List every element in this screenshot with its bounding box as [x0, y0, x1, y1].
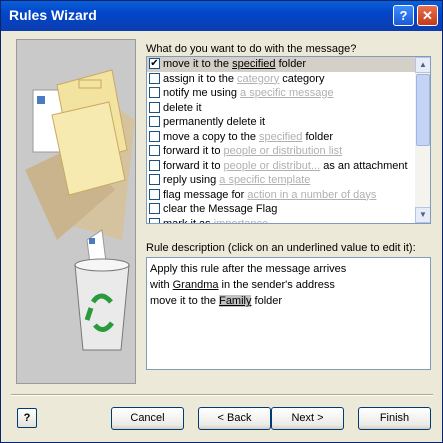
action-value-link[interactable]: specified: [259, 131, 302, 143]
help-question-icon[interactable]: ?: [393, 5, 414, 26]
action-checkbox[interactable]: [149, 87, 160, 98]
action-item[interactable]: mark it as importance: [147, 217, 415, 224]
action-text: flag message for: [163, 188, 248, 201]
action-text: folder: [275, 58, 307, 70]
description-label: Rule description (click on an underlined…: [146, 242, 416, 254]
action-item[interactable]: move a copy to the specified folder: [147, 130, 415, 145]
scroll-down-icon[interactable]: ▼: [415, 207, 430, 223]
action-value-link[interactable]: a specific message: [240, 87, 334, 99]
action-item[interactable]: forward it to people or distribution lis…: [147, 144, 415, 159]
wizard-illustration: [16, 39, 136, 384]
action-checkbox[interactable]: [149, 145, 160, 156]
back-button[interactable]: < Back: [198, 407, 271, 430]
rules-wizard-window: Rules Wizard ? ✕ What do you want to do …: [0, 0, 443, 443]
action-text: assign it to the: [163, 72, 237, 85]
description-line: move it to the Family folder: [150, 293, 427, 309]
action-value-link[interactable]: people or distribut...: [224, 160, 321, 172]
action-text: clear the Message Flag: [163, 203, 278, 215]
action-list[interactable]: ✔ move it to the specified folder assign i…: [146, 56, 431, 224]
finish-button[interactable]: Finish: [358, 407, 431, 430]
description-value-link[interactable]: Family: [219, 295, 252, 307]
cancel-button[interactable]: Cancel: [111, 407, 184, 430]
action-text: forward it to: [163, 145, 224, 157]
description-text: move it to the: [150, 295, 220, 307]
action-checkbox[interactable]: [149, 174, 160, 185]
action-item[interactable]: forward it to people or distribut... as …: [147, 159, 415, 174]
action-item[interactable]: flag message for action in a number of d…: [147, 188, 415, 203]
action-text: as an attachment: [320, 159, 408, 172]
action-text: category: [279, 72, 325, 85]
action-item[interactable]: ✔ move it to the specified folder: [147, 57, 415, 72]
action-text: folder: [302, 130, 333, 143]
action-text: permanently delete it: [163, 116, 266, 128]
action-checkbox[interactable]: [149, 217, 160, 223]
next-button[interactable]: Next >: [271, 407, 344, 430]
action-checkbox[interactable]: ✔: [149, 58, 160, 69]
action-item[interactable]: permanently delete it: [147, 115, 415, 130]
action-item[interactable]: notify me using a specific message: [147, 86, 415, 101]
close-icon[interactable]: ✕: [417, 5, 438, 26]
action-text: delete it: [163, 101, 202, 114]
description-line: with Grandma in the sender's address: [150, 277, 427, 293]
action-value-link[interactable]: people or distribution list: [224, 145, 343, 157]
action-value-link[interactable]: a specific template: [219, 174, 310, 186]
description-text: in the sender's address: [218, 279, 335, 291]
action-item[interactable]: reply using a specific template: [147, 173, 415, 188]
description-text: Apply this rule after the message arrive…: [150, 263, 347, 275]
scroll-thumb[interactable]: [416, 74, 430, 146]
action-checkbox[interactable]: [149, 203, 160, 214]
action-prompt: What do you want to do with the message?: [146, 43, 357, 55]
description-line: Apply this rule after the message arrive…: [150, 261, 427, 277]
action-text: forward it to: [163, 159, 224, 172]
action-value-link[interactable]: category: [237, 73, 279, 85]
action-value-link[interactable]: action in a number of days: [247, 189, 376, 201]
action-item[interactable]: clear the Message Flag: [147, 202, 415, 217]
action-rows: ✔ move it to the specified folder assign i…: [147, 57, 415, 224]
action-checkbox[interactable]: [149, 188, 160, 200]
action-text: notify me using: [163, 87, 241, 99]
description-value-link[interactable]: Grandma: [173, 279, 219, 291]
action-text: reply using: [163, 174, 220, 186]
scroll-up-icon[interactable]: ▲: [415, 57, 430, 73]
divider: [11, 394, 433, 396]
action-value-link[interactable]: importance: [214, 218, 268, 224]
description-text: with: [150, 279, 173, 291]
action-checkbox[interactable]: [149, 72, 160, 84]
action-checkbox[interactable]: [149, 159, 160, 171]
action-checkbox[interactable]: [149, 130, 160, 142]
action-checkbox[interactable]: [149, 116, 160, 127]
vertical-scrollbar[interactable]: ▲ ▼: [415, 57, 430, 223]
window-title: Rules Wizard: [9, 7, 97, 23]
action-value-link[interactable]: specified: [232, 58, 275, 70]
action-text: move a copy to the: [163, 130, 259, 143]
action-checkbox[interactable]: [149, 101, 160, 113]
action-item[interactable]: delete it: [147, 101, 415, 116]
rule-description: Apply this rule after the message arrive…: [146, 257, 431, 370]
action-text: mark it as: [163, 217, 214, 224]
action-text: move it to the: [163, 58, 233, 70]
title-bar[interactable]: Rules Wizard ? ✕: [1, 1, 442, 31]
action-item[interactable]: assign it to the category category: [147, 72, 415, 87]
help-book-icon[interactable]: ?: [17, 408, 37, 428]
description-text: folder: [251, 295, 283, 307]
